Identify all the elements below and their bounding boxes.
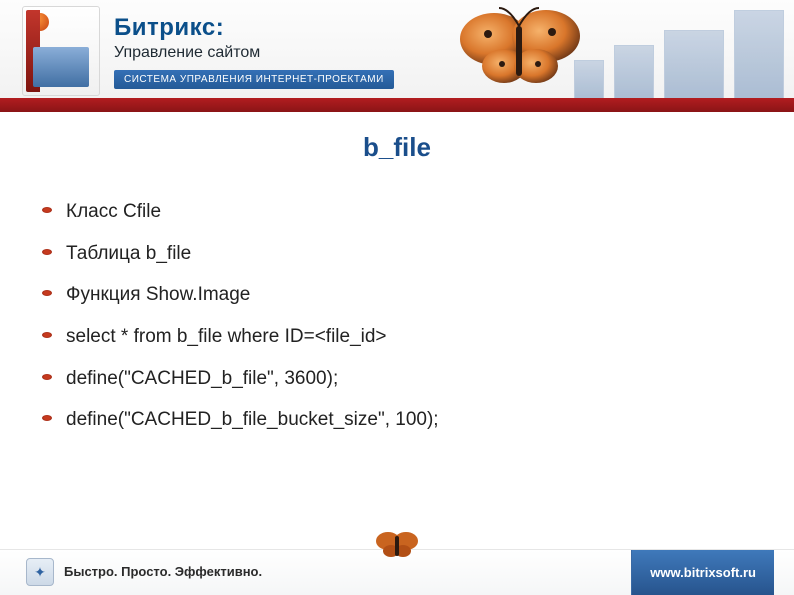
slide: Битрикс: Управление сайтом СИСТЕМА УПРАВ… <box>0 0 794 595</box>
product-box-art <box>22 6 100 96</box>
slide-content: b_file Класс Cfile Таблица b_file Функци… <box>0 126 794 549</box>
brand-block: Битрикс: Управление сайтом <box>114 14 260 62</box>
header-red-band <box>0 100 794 114</box>
list-item: Класс Cfile <box>40 191 754 233</box>
slide-footer: Быстро. Просто. Эффективно. www.bitrixso… <box>0 549 794 595</box>
footer-slogan: Быстро. Просто. Эффективно. <box>64 564 262 579</box>
list-item: define("CACHED_b_file", 3600); <box>40 358 754 400</box>
footer-logo-icon <box>26 558 54 586</box>
footer-site-link[interactable]: www.bitrixsoft.ru <box>631 550 774 595</box>
list-item: Функция Show.Image <box>40 274 754 316</box>
list-item: Таблица b_file <box>40 233 754 275</box>
brand-subtitle: Управление сайтом <box>114 44 260 62</box>
slide-header: Битрикс: Управление сайтом СИСТЕМА УПРАВ… <box>0 0 794 100</box>
header-tagline: СИСТЕМА УПРАВЛЕНИЯ ИНТЕРНЕТ-ПРОЕКТАМИ <box>114 70 394 89</box>
butterfly-icon <box>454 4 584 94</box>
list-item: select * from b_file where ID=<file_id> <box>40 316 754 358</box>
list-item: define("CACHED_b_file_bucket_size", 100)… <box>40 399 754 441</box>
slide-title: b_file <box>40 132 754 163</box>
butterfly-small-icon <box>374 529 420 561</box>
brand-name: Битрикс: <box>114 14 260 42</box>
bullet-list: Класс Cfile Таблица b_file Функция Show.… <box>40 191 754 441</box>
